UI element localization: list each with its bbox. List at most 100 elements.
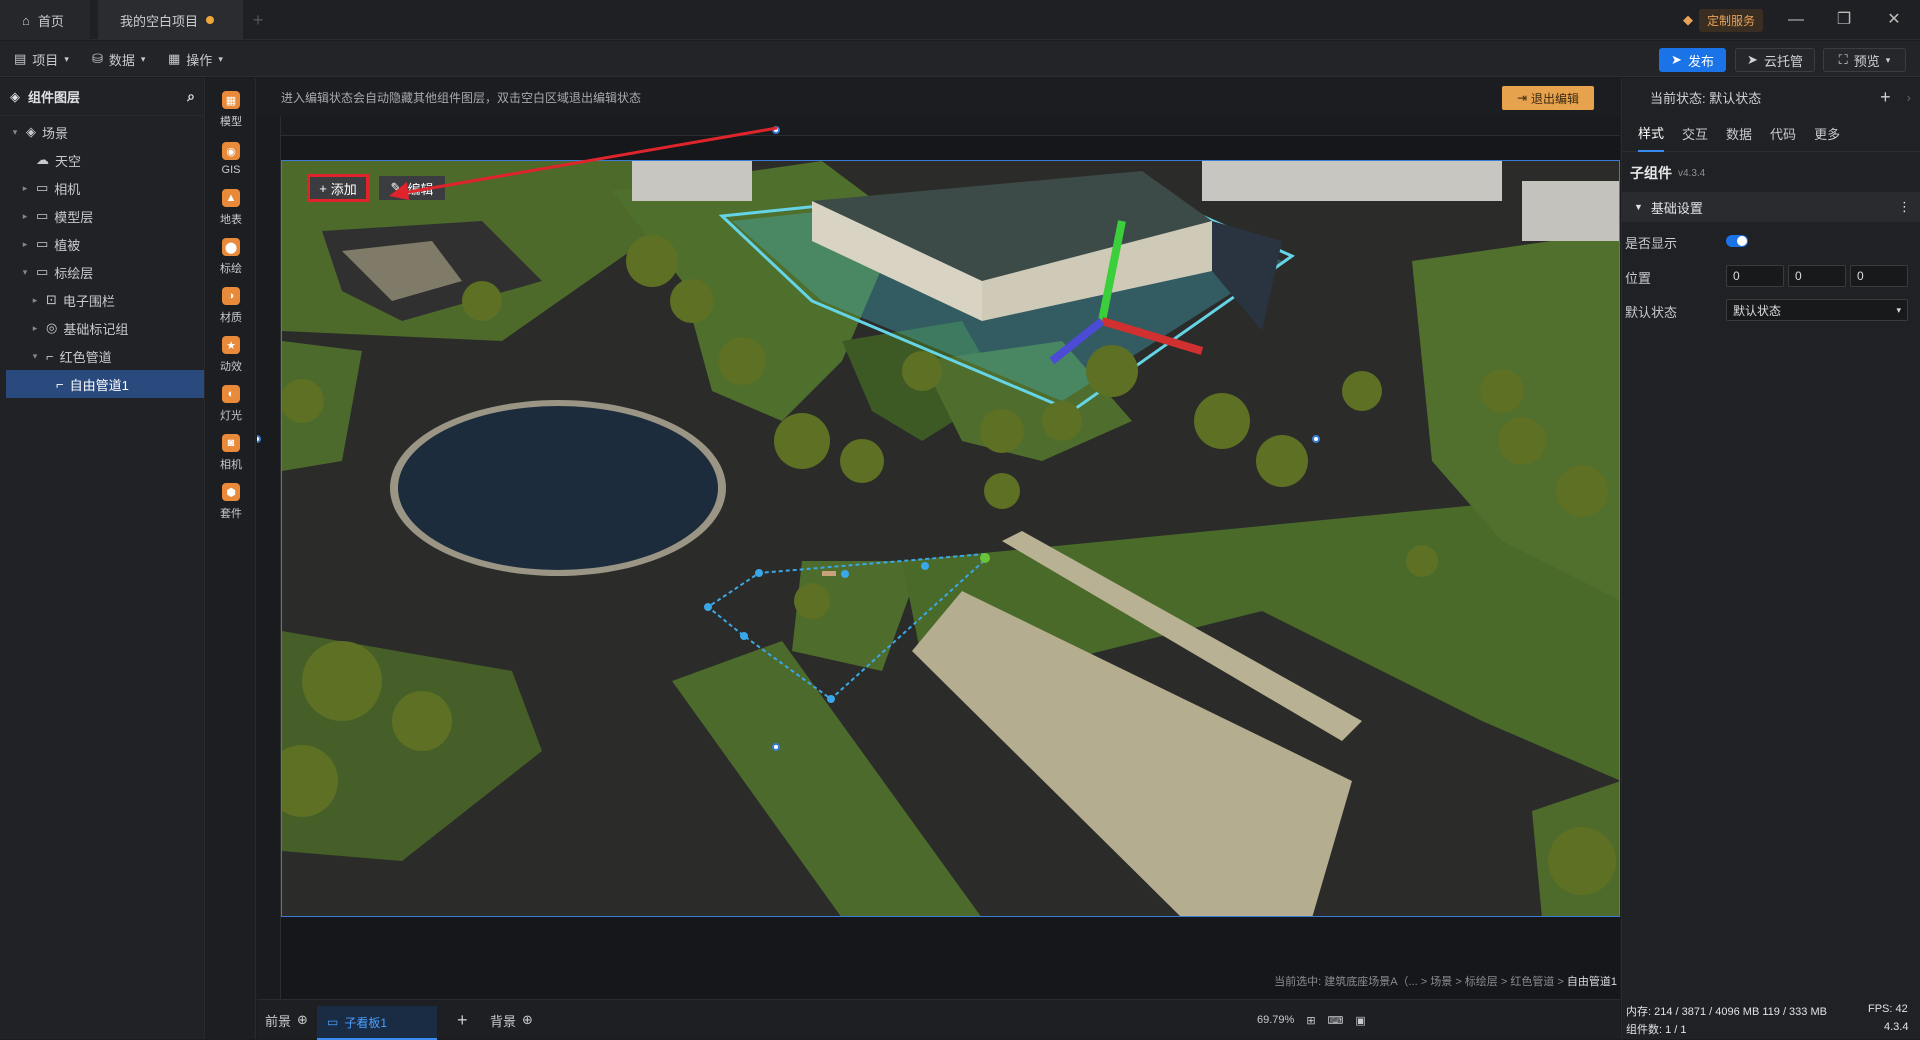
layer-item[interactable]: ☁ 天空 <box>0 146 205 174</box>
breadcrumb-current: 自由管道1 <box>1566 976 1617 988</box>
property-tab[interactable]: 代码 <box>1770 116 1796 152</box>
layer-item[interactable]: ▾ ▭ 标绘层 <box>0 258 205 286</box>
resize-handle-right[interactable] <box>1312 435 1320 443</box>
layer-item[interactable]: ▾ ◈ 场景 <box>0 118 205 146</box>
layer-item[interactable]: ▸ ⊡ 电子围栏 <box>0 286 205 314</box>
layer-item[interactable]: ▾ ⌐ 红色管道 <box>0 342 205 370</box>
tree-arrow-icon[interactable]: ▸ <box>20 239 30 250</box>
scene-viewport[interactable] <box>281 160 1620 917</box>
tool-8[interactable]: ⬢ 套件 <box>206 472 256 532</box>
add-board-button[interactable]: + <box>457 1000 468 1040</box>
preview-button[interactable]: ⛶ 预览 ▾ <box>1823 48 1906 72</box>
exit-edit-button[interactable]: ⇥ 退出编辑 <box>1502 86 1594 110</box>
restore-button[interactable]: ❐ <box>1830 8 1858 32</box>
layer-item[interactable]: ▸ ▭ 模型层 <box>0 202 205 230</box>
layer-item-label: 电子围栏 <box>62 293 115 309</box>
tool-label: 动效 <box>220 361 242 373</box>
database-icon: ⛁ <box>92 51 103 66</box>
tool-label: 模型 <box>220 116 242 128</box>
tree-arrow-icon[interactable]: ▾ <box>20 267 30 278</box>
tree-arrow-icon[interactable]: ▸ <box>30 323 40 334</box>
tool-icon: ◑ <box>222 287 240 305</box>
menu-operate[interactable]: ▦ 操作 ▾ <box>168 41 223 77</box>
tab-home[interactable]: ⌂ 首页 <box>0 0 90 40</box>
property-tab[interactable]: 交互 <box>1682 116 1708 152</box>
keyboard-icon[interactable]: ⌨ <box>1328 1014 1344 1027</box>
menu-data[interactable]: ⛁ 数据 ▾ <box>92 41 145 77</box>
terminal-icon[interactable]: ▣ <box>1355 1014 1365 1027</box>
layer-type-icon: ◈ <box>26 124 36 139</box>
version-label: v4.3.4 <box>1678 167 1706 179</box>
section-label: 基础设置 <box>1650 200 1703 216</box>
foreground-label: 前景 <box>265 1013 292 1029</box>
tab-project[interactable]: 我的空白项目 <box>98 0 243 40</box>
menu-operate-label: 操作 <box>186 52 213 68</box>
default-state-label: 默认状态 <box>1625 305 1678 320</box>
chevron-right-icon[interactable]: › <box>1907 90 1911 105</box>
property-tab[interactable]: 数据 <box>1726 116 1752 152</box>
position-x-input[interactable]: 0 <box>1726 265 1784 287</box>
new-tab-icon[interactable]: + <box>248 10 268 30</box>
tool-icon: ◉ <box>222 142 240 160</box>
layer-type-icon: ▭ <box>36 208 49 223</box>
fit-icon[interactable]: ⊞ <box>1306 1014 1315 1027</box>
close-button[interactable]: ✕ <box>1880 8 1908 32</box>
default-state-value: 默认状态 <box>1733 303 1782 318</box>
tool-label: 地表 <box>220 214 242 226</box>
search-icon[interactable]: ⌕ <box>187 88 195 105</box>
position-y-input[interactable]: 0 <box>1788 265 1846 287</box>
tool-icon: ▲ <box>222 189 240 207</box>
resize-handle-bottom[interactable] <box>772 743 780 751</box>
layers-header: ◈ 组件图层 ⌕ <box>0 78 205 116</box>
tab-background[interactable]: 背景 ⊕ <box>490 1000 533 1040</box>
layer-item-label: 植被 <box>54 237 81 253</box>
section-basic-settings[interactable]: ▼ 基础设置 ⋮ <box>1622 192 1920 222</box>
visible-toggle[interactable] <box>1726 235 1748 247</box>
fps-status: FPS: 42 <box>1868 1003 1908 1015</box>
more-icon[interactable]: ⋮ <box>1898 199 1911 215</box>
component-toolbar: ▦ 模型 ◉ GIS ▲ 地表 ⬤ 标绘 ◑ 材质 ★ 动效 ◐ 灯光 ◙ 相机 ⬢ 套件 <box>206 78 256 1039</box>
custom-service[interactable]: ◆ 定制服务 <box>1683 8 1764 32</box>
tree-arrow-icon[interactable]: ▾ <box>30 351 40 362</box>
layer-item[interactable]: ▸ ▭ 植被 <box>0 230 205 258</box>
properties-panel: 当前状态: 默认状态 + › 样式 交互 数据 代码 更多 子组件 v4.3.4 ▼ 基… <box>1621 78 1920 1039</box>
unsaved-dot-icon <box>206 16 215 24</box>
layer-item[interactable]: ⌐ 自由管道1 <box>6 370 204 398</box>
property-tabs: 样式 交互 数据 代码 更多 <box>1622 116 1920 152</box>
tool-label: GIS <box>221 164 241 176</box>
tab-subboard[interactable]: ▭ 子看板1 <box>317 1006 437 1040</box>
tool-icon: ◙ <box>222 434 240 452</box>
zoom-level[interactable]: 69.79% <box>1257 1014 1294 1026</box>
tree-arrow-icon[interactable]: ▾ <box>10 127 20 138</box>
chevron-down-icon: ▾ <box>64 53 69 64</box>
menu-project[interactable]: ▤ 项目 ▾ <box>14 41 69 77</box>
layer-item[interactable]: ▸ ▭ 相机 <box>0 174 205 202</box>
memory-status: 内存: 214 / 3871 / 4096 MB 119 / 333 MB <box>1626 1006 1827 1018</box>
add-circle-icon[interactable]: ⊕ <box>297 1012 308 1028</box>
position-z-input[interactable]: 0 <box>1850 265 1908 287</box>
plus-icon[interactable]: + <box>1880 87 1891 108</box>
subboard-label: 子看板1 <box>344 1015 388 1030</box>
monitor-icon: ▭ <box>327 1015 339 1029</box>
canvas-area[interactable]: 进入编辑状态会自动隐藏其他组件图层，双击空白区域退出编辑状态 ⇥ 退出编辑 + … <box>257 78 1620 999</box>
menu-data-label: 数据 <box>108 52 135 68</box>
default-state-select[interactable]: 默认状态 ▾ <box>1726 299 1908 321</box>
add-button[interactable]: + 添加 <box>307 174 369 202</box>
tree-arrow-icon[interactable]: ▸ <box>30 295 40 306</box>
minimize-button[interactable]: — <box>1782 8 1810 32</box>
layer-item-label: 自由管道1 <box>69 377 129 393</box>
layer-item-label: 场景 <box>42 125 69 141</box>
cloud-button[interactable]: ➤ 云托管 <box>1735 48 1815 72</box>
tree-arrow-icon[interactable]: ▸ <box>20 211 30 222</box>
property-tab[interactable]: 样式 <box>1638 116 1665 152</box>
layer-item-label: 基础标记组 <box>63 321 129 337</box>
layer-item[interactable]: ▸ ◎ 基础标记组 <box>0 314 205 342</box>
publish-button[interactable]: ➤ 发布 <box>1659 48 1726 72</box>
publish-label: 发布 <box>1687 53 1714 69</box>
property-tab[interactable]: 更多 <box>1814 116 1840 152</box>
add-circle-icon[interactable]: ⊕ <box>522 1012 533 1028</box>
tab-foreground[interactable]: 前景 ⊕ <box>265 1000 308 1040</box>
tree-arrow-icon[interactable]: ▸ <box>20 183 30 194</box>
tool-icon: ⬢ <box>222 483 240 501</box>
layer-type-icon: ▭ <box>36 264 49 279</box>
